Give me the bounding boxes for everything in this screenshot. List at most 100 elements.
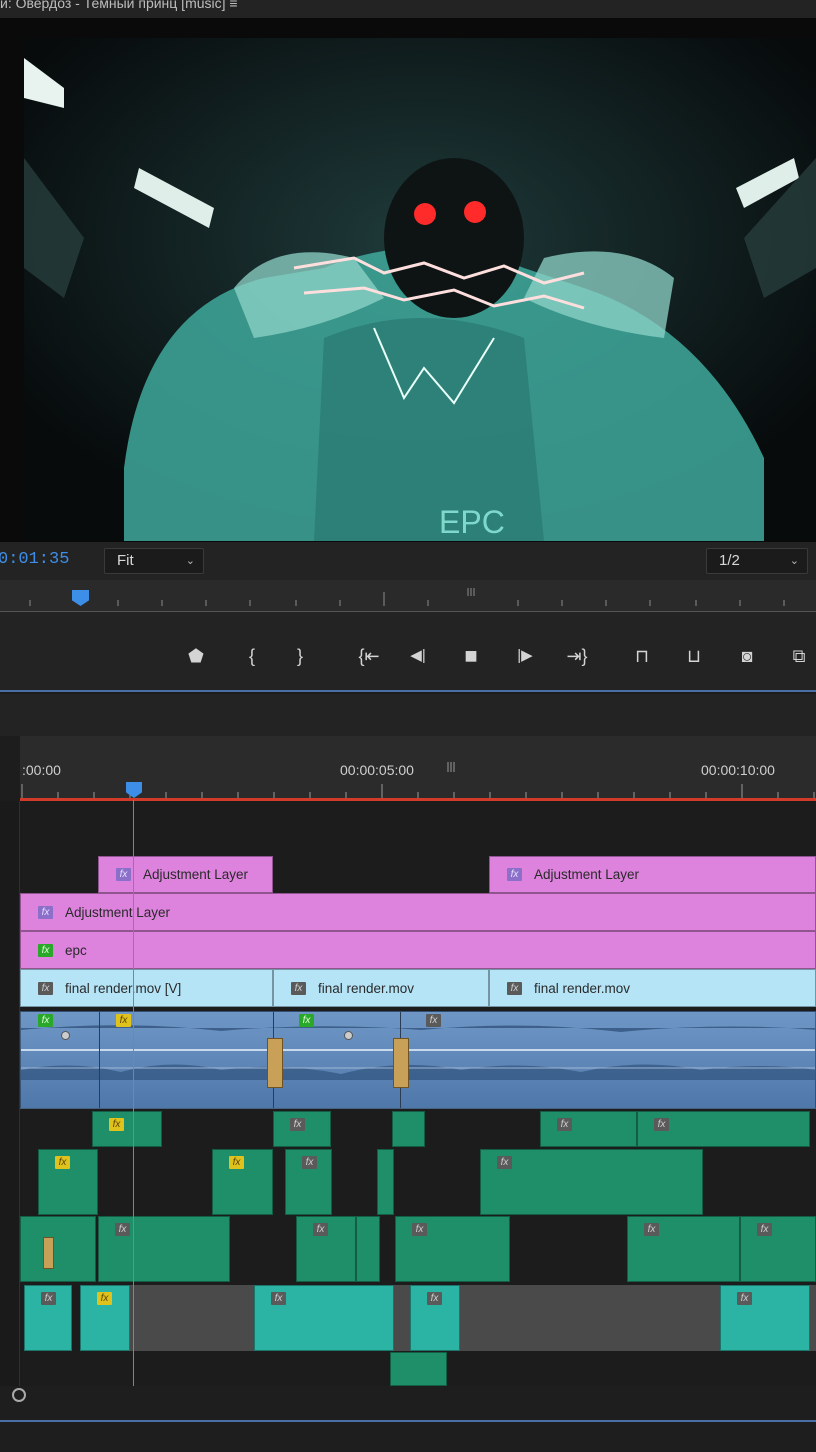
resolution-select[interactable]: 1/2 ⌄: [706, 548, 808, 574]
audio-transition[interactable]: [43, 1237, 54, 1269]
fx-badge: fx: [412, 1223, 427, 1236]
clip-adjustment-v5b[interactable]: fx Adjustment Layer: [489, 856, 816, 893]
clip-label: Adjustment Layer: [534, 867, 640, 882]
fx-badge: fx: [299, 1014, 314, 1027]
clip-label: final render.mov: [534, 980, 631, 996]
video-frame: EPC: [24, 38, 816, 541]
audio-clip[interactable]: fx: [637, 1111, 810, 1147]
fx-badge: fx: [557, 1118, 572, 1131]
compare-icon[interactable]: ⧉: [784, 642, 814, 670]
audio-clip[interactable]: fx: [98, 1216, 230, 1282]
mark-out-icon[interactable]: }: [286, 642, 314, 670]
fx-badge: fx: [302, 1156, 317, 1169]
window-title: й: Овердоз - Темный принц [music] ≡: [0, 0, 816, 18]
fx-badge: fx: [38, 906, 53, 919]
audio-clip[interactable]: fx: [296, 1216, 356, 1282]
fx-badge: fx: [426, 1014, 441, 1027]
track-region: [130, 1285, 816, 1351]
clip-video-v2c[interactable]: fx final render.mov: [489, 969, 816, 1007]
audio-clip[interactable]: fx: [273, 1111, 331, 1147]
lift-icon[interactable]: ⊓: [626, 642, 658, 670]
chevron-down-icon: ⌄: [185, 555, 195, 567]
clip-edit-point[interactable]: [99, 1012, 100, 1108]
clip-adjustment-v5a[interactable]: fx Adjustment Layer: [98, 856, 273, 893]
zoom-select[interactable]: Fit ⌄: [104, 548, 204, 574]
zoom-select-value: Fit: [117, 552, 134, 569]
clip-adjustment-v4[interactable]: fx Adjustment Layer: [20, 893, 816, 931]
timeline-scrollbar-area: [0, 1386, 816, 1452]
fx-badge: fx: [229, 1156, 244, 1169]
panel-divider: [0, 1420, 816, 1422]
go-to-out-icon[interactable]: ⇥}: [560, 642, 594, 670]
clip-video-v2a[interactable]: fx final render.mov [V]: [20, 969, 273, 1007]
audio-clip[interactable]: fx: [254, 1285, 394, 1351]
fx-badge: fx: [97, 1292, 112, 1305]
video-frame-image: EPC: [24, 38, 816, 541]
step-forward-icon[interactable]: |▶: [511, 642, 539, 670]
audio-clip[interactable]: fx: [627, 1216, 740, 1282]
resolution-select-value: 1/2: [719, 552, 740, 569]
window-title-text: й: Овердоз - Темный принц [music] ≡: [0, 0, 238, 11]
audio-clip-music[interactable]: fx fx fx fx: [20, 1011, 816, 1109]
audio-clip[interactable]: [356, 1216, 380, 1282]
audio-clip[interactable]: [392, 1111, 425, 1147]
monitor-time-ruler[interactable]: [0, 580, 816, 612]
audio-clip[interactable]: fx: [395, 1216, 510, 1282]
audio-clip[interactable]: fx: [740, 1216, 816, 1282]
fx-badge: fx: [38, 982, 53, 995]
clip-label: Adjustment Layer: [65, 904, 171, 920]
audio-clip[interactable]: fx: [92, 1111, 162, 1147]
audio-transition[interactable]: [267, 1038, 283, 1088]
audio-clip[interactable]: fx: [720, 1285, 810, 1351]
fx-badge: fx: [507, 868, 522, 881]
audio-clip[interactable]: [20, 1216, 96, 1282]
monitor-controls: 0:01:35 Fit ⌄ 1/2 ⌄: [0, 542, 816, 580]
stop-icon[interactable]: ■: [457, 642, 485, 670]
track-headers: [0, 801, 20, 1386]
keyframe[interactable]: [61, 1031, 70, 1040]
fx-badge: fx: [291, 982, 306, 995]
audio-clip[interactable]: fx: [540, 1111, 637, 1147]
extract-icon[interactable]: ⊔: [678, 642, 710, 670]
audio-clip[interactable]: [377, 1149, 394, 1215]
audio-clip[interactable]: [390, 1352, 447, 1386]
chevron-down-icon: ⌄: [789, 555, 799, 567]
fx-badge: fx: [38, 1014, 53, 1027]
transport-controls: ⬟ { } {⇤ ◀| ■ |▶ ⇥} ⊓ ⊔ ◙ ⧉: [0, 612, 816, 692]
clip-label: final render.mov [V]: [65, 980, 182, 996]
clip-epc-v3[interactable]: fx epc: [20, 931, 816, 969]
clip-video-v2b[interactable]: fx final render.mov: [273, 969, 489, 1007]
audio-clip[interactable]: fx: [410, 1285, 460, 1351]
fx-badge: fx: [654, 1118, 669, 1131]
keyframe[interactable]: [344, 1031, 353, 1040]
fx-badge: fx: [427, 1292, 442, 1305]
playhead-timecode[interactable]: 0:01:35: [0, 550, 69, 569]
audio-clip[interactable]: fx: [24, 1285, 72, 1351]
timeline-tracks: fx Adjustment Layer fx Adjustment Layer …: [0, 801, 816, 1386]
clip-label: final render.mov: [318, 980, 415, 996]
marker-icon[interactable]: ⬟: [182, 642, 210, 670]
fx-badge: fx: [115, 1223, 130, 1236]
audio-clip[interactable]: fx: [80, 1285, 130, 1351]
fx-badge: fx: [55, 1156, 70, 1169]
fx-badge: fx: [116, 868, 131, 881]
sequence-header: [0, 694, 816, 736]
fx-badge: fx: [737, 1292, 752, 1305]
audio-transition[interactable]: [393, 1038, 409, 1088]
audio-clip[interactable]: fx: [38, 1149, 98, 1215]
zoom-scroll-handle[interactable]: [12, 1388, 26, 1402]
clip-label: epc: [65, 942, 87, 958]
fx-badge: fx: [116, 1014, 131, 1027]
audio-clip[interactable]: fx: [285, 1149, 332, 1215]
fx-badge: fx: [41, 1292, 56, 1305]
audio-clip[interactable]: fx: [480, 1149, 703, 1215]
mark-in-icon[interactable]: {: [238, 642, 266, 670]
fx-badge: fx: [271, 1292, 286, 1305]
step-back-icon[interactable]: ◀|: [404, 642, 432, 670]
export-frame-icon[interactable]: ◙: [733, 642, 761, 670]
go-to-in-icon[interactable]: {⇤: [352, 642, 386, 670]
fx-badge: fx: [644, 1223, 659, 1236]
audio-clip[interactable]: fx: [212, 1149, 273, 1215]
monitor-ruler-ticks: [29, 588, 785, 606]
fx-badge: fx: [313, 1223, 328, 1236]
